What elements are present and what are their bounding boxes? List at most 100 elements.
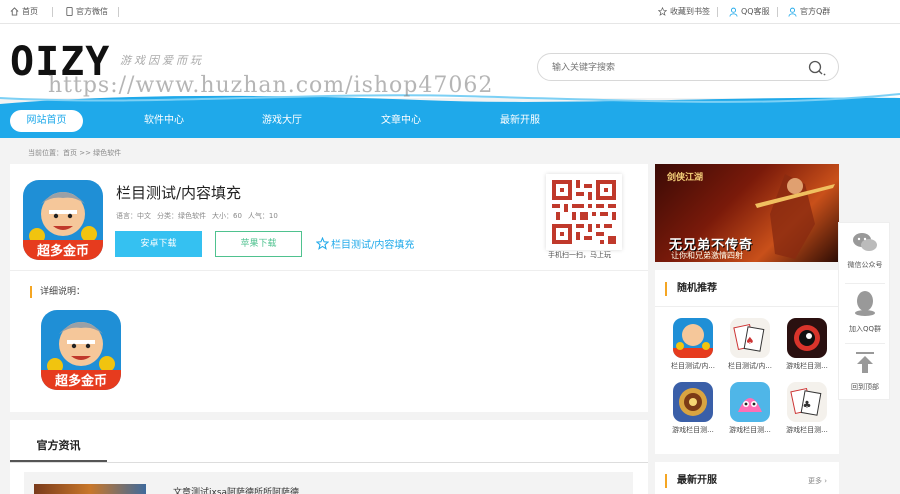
recommend-item-label: 栏目测试/内... bbox=[670, 362, 716, 370]
svg-text:♣: ♣ bbox=[803, 400, 812, 411]
top-bar: 首页 官方微信 收藏到书签 QQ客服 官方Q群 bbox=[0, 0, 900, 24]
side-qq[interactable]: 加入QQ群 bbox=[839, 289, 891, 334]
more-label: 更多 bbox=[807, 477, 822, 485]
recommend-item[interactable]: 游戏栏目测... bbox=[779, 318, 835, 371]
game-banner[interactable]: 剑侠江湖 无兄弟不传奇 让你和兄弟激情四射 bbox=[655, 164, 839, 262]
tab-official-news[interactable]: 官方资讯 bbox=[10, 420, 107, 462]
side-wechat-label: 微信公众号 bbox=[847, 261, 883, 269]
banner-tagline: 让你和兄弟激情四射 bbox=[671, 251, 743, 260]
qq-group-link[interactable]: 官方Q群 bbox=[788, 6, 830, 17]
pink-creature-icon bbox=[730, 382, 770, 422]
bookmark-link[interactable]: 收藏到书签 bbox=[658, 6, 710, 17]
arrow-up-icon bbox=[856, 352, 874, 373]
poker-icon: ♣ bbox=[787, 382, 827, 422]
divider bbox=[845, 343, 885, 344]
app-icon: 超多金币 bbox=[23, 180, 103, 260]
warrior-art bbox=[755, 174, 835, 259]
recommend-item-label: 游戏栏目测... bbox=[729, 426, 771, 434]
search-input[interactable] bbox=[552, 60, 802, 76]
news-thumbnail bbox=[34, 484, 146, 494]
nav-home[interactable]: 网站首页 bbox=[10, 110, 83, 132]
recommend-item[interactable]: 游戏栏目测... bbox=[665, 382, 721, 435]
nav-new-servers[interactable]: 最新开服 bbox=[483, 110, 557, 132]
divider bbox=[655, 306, 839, 307]
qq-service-label: QQ客服 bbox=[741, 7, 770, 16]
divider bbox=[10, 462, 648, 463]
qr-caption: 手机扫一扫，马上玩 bbox=[548, 251, 611, 259]
android-download-button[interactable]: 安卓下载 bbox=[115, 231, 202, 257]
app-icon-badge: 超多金币 bbox=[37, 243, 89, 259]
coin-grandpa-icon bbox=[673, 318, 713, 358]
nav-articles[interactable]: 文章中心 bbox=[364, 110, 438, 132]
recommend-item-label: 游戏栏目测... bbox=[786, 426, 828, 434]
recommend-item-label: 栏目测试/内... bbox=[727, 362, 773, 370]
search-box bbox=[537, 53, 839, 81]
chevron-right-icon: › bbox=[824, 477, 827, 485]
home-icon bbox=[10, 7, 19, 16]
user-icon bbox=[788, 7, 797, 17]
side-qq-label: 加入QQ群 bbox=[848, 325, 882, 333]
main-nav: 网站首页 软件中心 游戏大厅 文章中心 最新开服 bbox=[0, 104, 900, 138]
news-section: 官方资讯 文章测试ixsa阿萨德所所阿萨德 bbox=[10, 420, 648, 494]
qq-service-link[interactable]: QQ客服 bbox=[729, 6, 770, 17]
more-link[interactable]: 更多 › bbox=[808, 476, 827, 486]
app-meta: 语言：中文 分类：绿色软件 大小：60 人气：10 bbox=[116, 211, 278, 221]
news-title: 文章测试ixsa阿萨德所所阿萨德 bbox=[173, 488, 300, 494]
poker-icon: ♠ bbox=[730, 318, 770, 358]
app-category: 分类：绿色软件 bbox=[157, 212, 206, 220]
nav-software[interactable]: 软件中心 bbox=[127, 110, 201, 132]
app-detail-card: 超多金币 栏目测试/内容填充 语言：中文 分类：绿色软件 大小：60 人气：10… bbox=[10, 164, 648, 412]
banner-game-title: 剑侠江湖 bbox=[667, 173, 704, 183]
detail-app-image: 超多金币 bbox=[41, 310, 121, 390]
recommend-item[interactable]: 游戏栏目测... bbox=[722, 382, 778, 435]
wechat-icon bbox=[853, 233, 877, 251]
nav-games[interactable]: 游戏大厅 bbox=[245, 110, 319, 132]
latest-servers-title: 最新开服 bbox=[665, 474, 717, 488]
back-to-top-label: 回到顶部 bbox=[851, 383, 879, 391]
floating-sidebar: 微信公众号 加入QQ群 回到顶部 bbox=[838, 222, 890, 400]
detail-section-title: 详细说明： bbox=[30, 286, 85, 298]
apple-download-button[interactable]: 苹果下载 bbox=[215, 231, 302, 257]
site-logo[interactable]: OIZY bbox=[10, 40, 110, 84]
app-language: 语言：中文 bbox=[116, 212, 151, 220]
recommend-item[interactable]: 栏目测试/内... bbox=[665, 318, 721, 371]
home-link-label: 首页 bbox=[22, 7, 38, 16]
qr-code bbox=[546, 174, 622, 250]
back-to-top[interactable]: 回到顶部 bbox=[839, 351, 891, 392]
recommend-item-label: 游戏栏目测... bbox=[672, 426, 714, 434]
divider bbox=[717, 7, 718, 17]
detail-image-badge: 超多金币 bbox=[55, 373, 107, 389]
divider bbox=[52, 7, 53, 17]
recommend-item[interactable]: ♠ 栏目测试/内... bbox=[722, 318, 778, 371]
recommend-item-label: 游戏栏目测... bbox=[786, 362, 828, 370]
side-wechat[interactable]: 微信公众号 bbox=[839, 231, 891, 270]
star-icon bbox=[316, 237, 329, 250]
bookmark-link-label: 收藏到书签 bbox=[670, 7, 710, 16]
divider bbox=[10, 270, 648, 271]
recommend-panel: 随机推荐 栏目测试/内... ♠ 栏目测试/内... 游戏栏目测... 游戏栏目… bbox=[655, 270, 839, 454]
recommend-title: 随机推荐 bbox=[665, 282, 717, 296]
logo-slogan: 游戏因爱而玩 bbox=[120, 54, 204, 67]
app-size: 大小：60 bbox=[212, 212, 242, 220]
recommend-item[interactable]: ♣ 游戏栏目测... bbox=[779, 382, 835, 435]
svg-text:♠: ♠ bbox=[746, 336, 755, 347]
dark-game-icon bbox=[787, 318, 827, 358]
hearthstone-icon bbox=[673, 382, 713, 422]
phone-icon bbox=[66, 7, 73, 16]
divider bbox=[845, 283, 885, 284]
wechat-link-label: 官方微信 bbox=[76, 7, 108, 16]
news-item[interactable]: 文章测试ixsa阿萨德所所阿萨德 bbox=[24, 472, 633, 494]
latest-servers-panel: 最新开服 更多 › bbox=[655, 462, 839, 494]
home-link[interactable]: 首页 bbox=[10, 6, 38, 17]
wechat-link[interactable]: 官方微信 bbox=[66, 6, 108, 17]
favorite-link[interactable]: 栏目测试/内容填充 bbox=[316, 236, 414, 251]
favorite-label: 栏目测试/内容填充 bbox=[331, 240, 415, 251]
breadcrumb: 当前位置：首页 >> 绿色软件 bbox=[28, 149, 122, 157]
app-popularity: 人气：10 bbox=[247, 212, 278, 220]
star-icon bbox=[658, 7, 667, 16]
site-header: OIZY 游戏因爱而玩 bbox=[0, 24, 900, 98]
search-icon[interactable] bbox=[808, 60, 826, 76]
user-icon bbox=[729, 7, 738, 17]
qq-group-label: 官方Q群 bbox=[800, 7, 831, 16]
app-title: 栏目测试/内容填充 bbox=[116, 184, 242, 202]
